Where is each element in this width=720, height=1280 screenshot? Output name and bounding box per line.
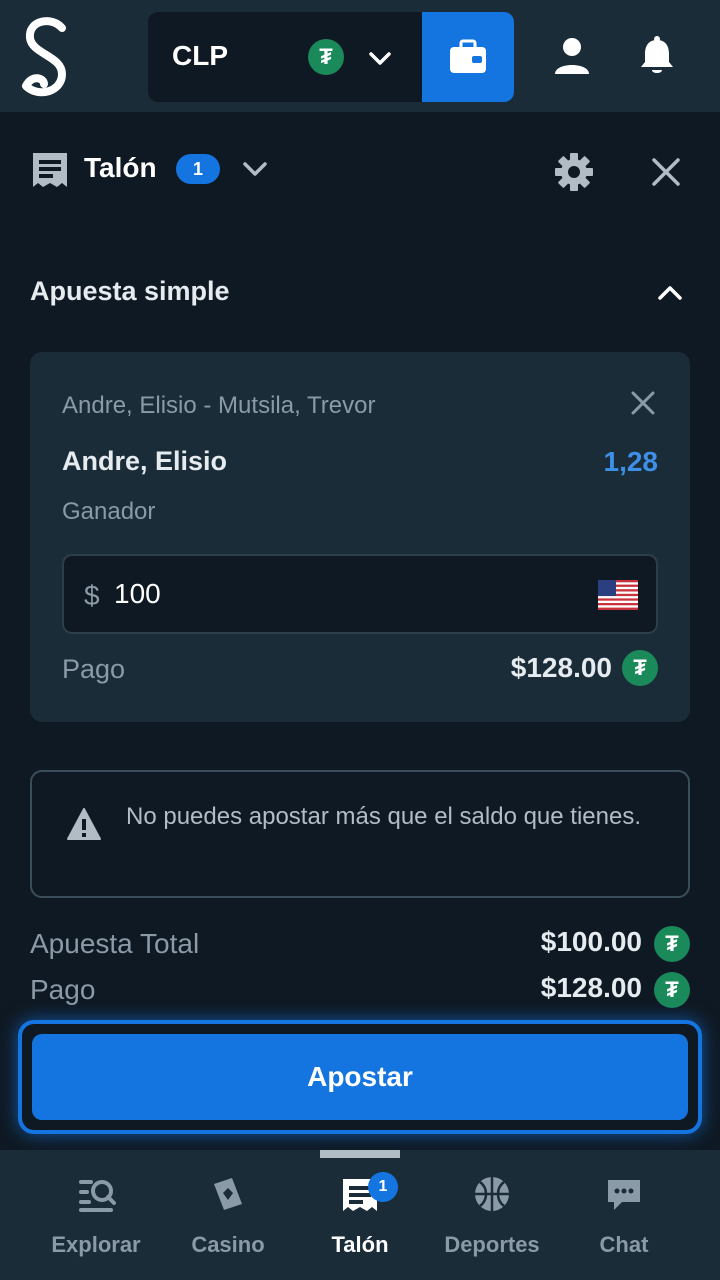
bet-slip-title: Talón — [84, 152, 157, 183]
chevron-up-icon[interactable] — [654, 278, 686, 308]
total-payout-value: $128.00 — [540, 972, 642, 1003]
close-icon[interactable] — [648, 154, 684, 190]
bet-selection-card: Andre, Elisio - Mutsila, Trevor Andre, E… — [30, 352, 690, 722]
bottom-navigation: Explorar Casino 1 Talón Deportes Chat — [0, 1150, 720, 1280]
bet-slip-icon — [33, 153, 67, 187]
casino-icon — [214, 1178, 242, 1210]
nav-sports[interactable]: Deportes — [426, 1174, 558, 1274]
total-payout-label: Pago — [30, 974, 96, 1005]
explore-icon — [79, 1180, 116, 1212]
nav-chat[interactable]: Chat — [558, 1174, 690, 1274]
wallet-icon — [450, 39, 486, 73]
currency-selector[interactable]: CLP ₮ — [148, 12, 514, 102]
nav-casino[interactable]: Casino — [162, 1174, 294, 1274]
payout-label: Pago — [62, 654, 126, 684]
chevron-down-icon[interactable] — [366, 44, 394, 72]
nav-label: Deportes — [444, 1232, 540, 1257]
user-icon[interactable] — [552, 36, 592, 76]
logo-icon[interactable] — [18, 14, 74, 100]
total-stake-label: Apuesta Total — [30, 928, 200, 959]
gear-icon[interactable] — [554, 152, 594, 192]
place-bet-focus-ring: Apostar — [18, 1020, 702, 1134]
top-header: CLP ₮ — [0, 0, 720, 112]
bell-icon[interactable] — [636, 34, 678, 76]
nav-label: Talón — [331, 1232, 389, 1257]
chat-icon — [608, 1180, 640, 1210]
stake-input[interactable] — [114, 570, 574, 618]
nav-label: Chat — [599, 1232, 649, 1257]
warning-message: No puedes apostar más que el saldo que t… — [126, 803, 642, 830]
basketball-icon — [475, 1177, 509, 1211]
us-flag-icon[interactable] — [598, 580, 638, 610]
market-name: Ganador — [62, 498, 156, 525]
tether-icon: ₮ — [622, 650, 658, 686]
close-icon[interactable] — [628, 388, 658, 418]
stake-field: $ — [62, 554, 658, 634]
payout-value: $128.00 — [510, 652, 612, 683]
currency-code: CLP — [172, 40, 228, 71]
nav-bet-slip[interactable]: 1 Talón — [294, 1172, 426, 1274]
nav-explore[interactable]: Explorar — [30, 1174, 162, 1274]
bet-slip-header: Talón 1 — [0, 112, 720, 232]
total-stake-row: Apuesta Total $100.00 ₮ — [30, 924, 690, 968]
total-stake-value: $100.00 — [540, 926, 642, 957]
nav-badge: 1 — [368, 1172, 398, 1202]
nav-label: Casino — [191, 1232, 265, 1257]
bet-count-badge: 1 — [176, 154, 220, 184]
active-tab-indicator — [320, 1150, 400, 1158]
warning-icon — [67, 808, 101, 840]
selection-name: Andre, Elisio — [62, 446, 228, 476]
total-payout-row: Pago $128.00 ₮ — [30, 970, 690, 1014]
chevron-down-icon[interactable] — [240, 154, 270, 184]
tether-icon: ₮ — [308, 39, 344, 75]
balance-warning: No puedes apostar más que el saldo que t… — [30, 770, 690, 898]
odds-value: 1,28 — [603, 446, 659, 477]
bet-type-title[interactable]: Apuesta simple — [30, 276, 230, 307]
nav-label: Explorar — [51, 1232, 141, 1257]
tether-icon: ₮ — [654, 926, 690, 962]
wallet-button[interactable] — [422, 12, 514, 102]
event-name: Andre, Elisio - Mutsila, Trevor — [62, 392, 376, 419]
place-bet-button[interactable]: Apostar — [32, 1034, 688, 1120]
stake-currency-symbol: $ — [84, 580, 100, 611]
tether-icon: ₮ — [654, 972, 690, 1008]
